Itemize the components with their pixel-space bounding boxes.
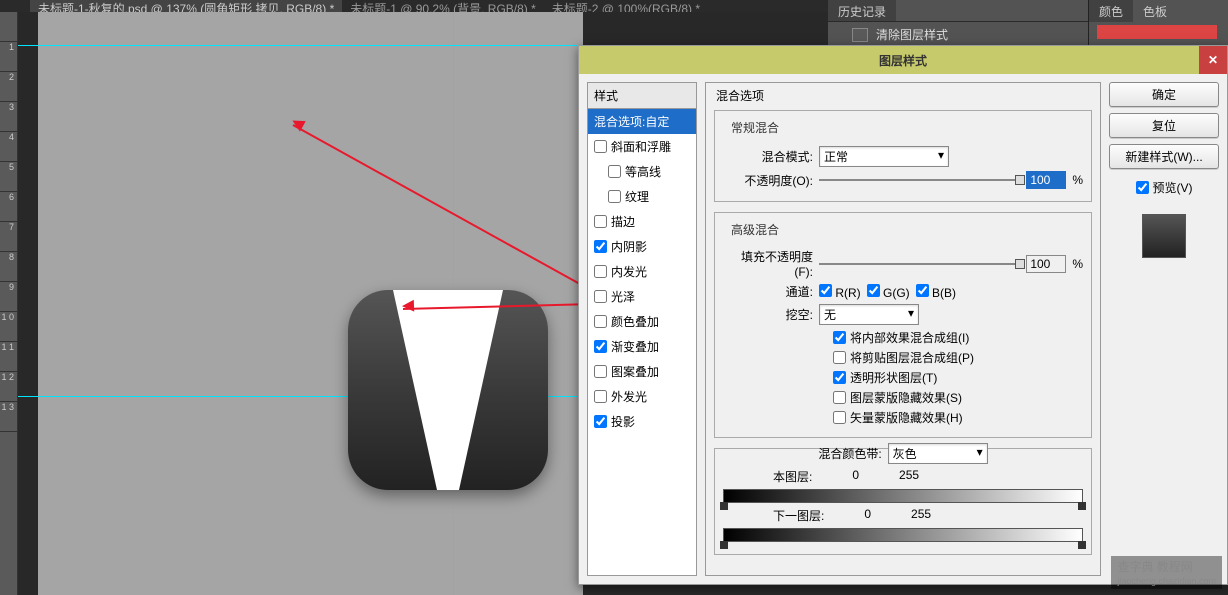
color-panel: 颜色 色板 [1088, 0, 1228, 48]
layer-style-dialog: 图层样式 ✕ 样式 混合选项:自定 斜面和浮雕 等高线 纹理 描边 内阴影 内发… [578, 45, 1228, 585]
style-bevel[interactable]: 斜面和浮雕 [588, 134, 696, 159]
blend-mode-label: 混合模式: [723, 148, 813, 165]
fill-input[interactable]: 100 [1026, 255, 1066, 273]
this-layer-gradient[interactable] [723, 489, 1083, 503]
chevron-down-icon: ▾ [938, 148, 944, 165]
chevron-down-icon: ▾ [977, 445, 983, 462]
preview-checkbox[interactable]: 预览(V) [1136, 179, 1193, 196]
ok-button[interactable]: 确定 [1109, 82, 1219, 107]
style-satin[interactable]: 光泽 [588, 284, 696, 309]
channel-label: 通道: [723, 283, 813, 300]
channel-b-checkbox[interactable]: B(B) [916, 284, 956, 300]
panel-title: 混合选项 [716, 87, 1092, 104]
fill-opacity-label: 填充不透明度(F): [723, 248, 813, 279]
style-gradient-overlay[interactable]: 渐变叠加 [588, 334, 696, 359]
style-blend-options[interactable]: 混合选项:自定 [588, 109, 696, 134]
style-inner-glow[interactable]: 内发光 [588, 259, 696, 284]
style-drop-shadow[interactable]: 投影 [588, 409, 696, 434]
layer-style-icon [852, 28, 868, 42]
blend-if-fieldset: 混合颜色带: 灰色▾ 本图层:0255 下一图层:0255 [714, 448, 1092, 555]
knockout-select[interactable]: 无▾ [819, 304, 919, 325]
history-item[interactable]: 清除图层样式 [876, 26, 948, 43]
document-tab[interactable]: 未标题-2 @ 100%(RGB/8) * [544, 0, 708, 12]
new-style-button[interactable]: 新建样式(W)... [1109, 144, 1219, 169]
style-texture[interactable]: 纹理 [588, 184, 696, 209]
swatches-tab[interactable]: 色板 [1133, 0, 1177, 22]
style-color-overlay[interactable]: 颜色叠加 [588, 309, 696, 334]
blend-clipped-checkbox[interactable]: 将剪贴图层混合成组(P) [723, 349, 1083, 366]
document-tab[interactable]: 未标题-1 @ 90.2% (背景, RGB/8) * [342, 0, 544, 12]
advanced-blend-fieldset: 高级混合 填充不透明度(F): 100 % 通道: R(R) G(G) B(B)… [714, 212, 1092, 438]
blend-if-label: 混合颜色带: [818, 445, 881, 462]
fill-slider[interactable] [819, 257, 1020, 271]
preview-swatch [1142, 214, 1186, 258]
blend-mode-select[interactable]: 正常▾ [819, 146, 949, 167]
document-tab[interactable]: 未标题-1-秋复的.psd @ 137% (圆角矩形 拷贝, RGB/8) * [30, 0, 342, 12]
channel-g-checkbox[interactable]: G(G) [867, 284, 910, 300]
blend-options-panel: 混合选项 常规混合 混合模式: 正常▾ 不透明度(O): 100 % 高级混合 [705, 82, 1101, 576]
next-layer-gradient[interactable] [723, 528, 1083, 542]
color-tab[interactable]: 颜色 [1089, 0, 1133, 22]
knockout-label: 挖空: [723, 306, 813, 323]
dialog-buttons: 确定 复位 新建样式(W)... 预览(V) [1109, 82, 1219, 576]
channel-r-checkbox[interactable]: R(R) [819, 284, 861, 300]
chevron-down-icon: ▾ [908, 306, 914, 323]
dialog-title: 图层样式 ✕ [579, 46, 1227, 74]
vector-mask-hide-checkbox[interactable]: 矢量蒙版隐藏效果(H) [723, 409, 1083, 426]
opacity-slider[interactable] [819, 173, 1020, 187]
cancel-button[interactable]: 复位 [1109, 113, 1219, 138]
opacity-label: 不透明度(O): [723, 172, 813, 189]
blend-if-select[interactable]: 灰色▾ [888, 443, 988, 464]
icon-artwork [348, 290, 548, 490]
blend-interior-checkbox[interactable]: 将内部效果混合成组(I) [723, 329, 1083, 346]
color-ramp[interactable] [1097, 25, 1217, 39]
watermark: 查字典 教程网 jiaocheng.chazidian.com [1111, 556, 1222, 589]
style-inner-shadow[interactable]: 内阴影 [588, 234, 696, 259]
styles-header: 样式 [588, 83, 696, 109]
style-stroke[interactable]: 描边 [588, 209, 696, 234]
history-tab[interactable]: 历史记录 [828, 0, 896, 21]
transparency-shapes-checkbox[interactable]: 透明形状图层(T) [723, 369, 1083, 386]
style-pattern-overlay[interactable]: 图案叠加 [588, 359, 696, 384]
close-button[interactable]: ✕ [1199, 46, 1227, 74]
styles-list: 样式 混合选项:自定 斜面和浮雕 等高线 纹理 描边 内阴影 内发光 光泽 颜色… [587, 82, 697, 576]
opacity-input[interactable]: 100 [1026, 171, 1066, 189]
layer-mask-hide-checkbox[interactable]: 图层蒙版隐藏效果(S) [723, 389, 1083, 406]
vertical-ruler: 1 2 3 4 5 6 7 8 9 1 0 1 1 1 2 1 3 [0, 12, 18, 595]
general-blend-fieldset: 常规混合 混合模式: 正常▾ 不透明度(O): 100 % [714, 110, 1092, 202]
style-contour[interactable]: 等高线 [588, 159, 696, 184]
style-outer-glow[interactable]: 外发光 [588, 384, 696, 409]
